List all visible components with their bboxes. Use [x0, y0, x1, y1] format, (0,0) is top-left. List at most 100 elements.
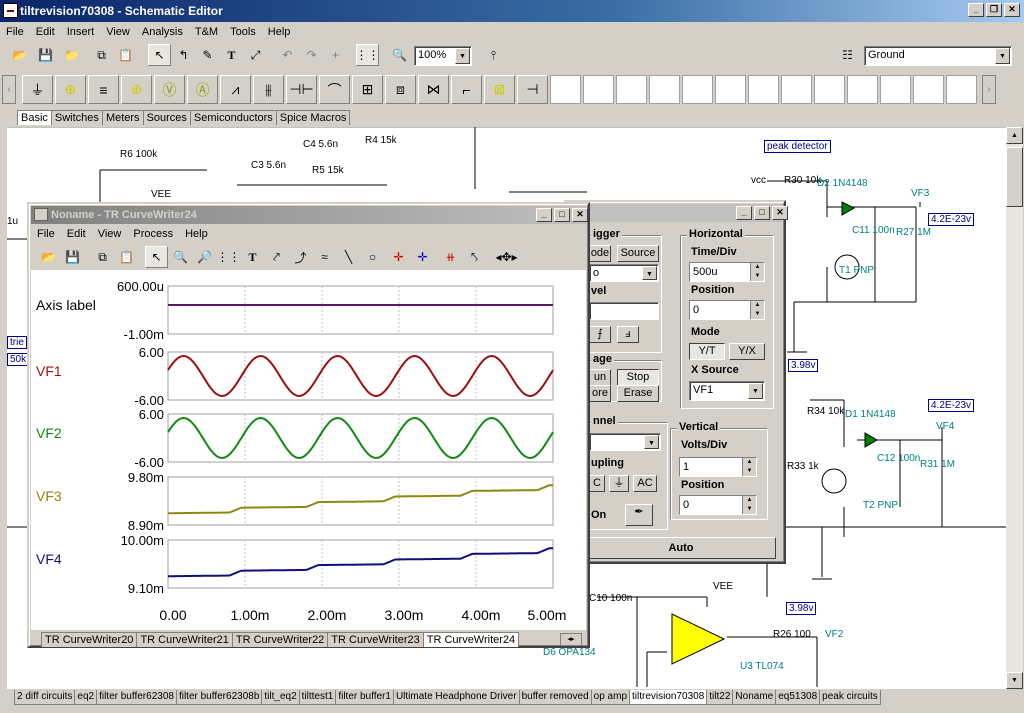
zoom-out-icon[interactable]: 🔎 [193, 246, 216, 268]
open-icon[interactable]: 📁 [60, 44, 83, 66]
variable-resistor-icon[interactable]: ⊠ [484, 75, 515, 104]
doc-tab[interactable]: tilt22 [706, 690, 734, 705]
tab-semiconductors[interactable]: Semiconductors [189, 110, 277, 125]
add-curve-icon[interactable]: ⧺ [439, 246, 462, 268]
doc-tab[interactable]: eq51308 [775, 690, 821, 705]
minimize-button[interactable]: _ [536, 208, 552, 222]
doc-tab[interactable]: Ultimate Headphone Driver [392, 690, 520, 705]
scroll-down-icon[interactable]: ▼ [1006, 672, 1023, 689]
doc-tab[interactable]: tiltrevision70308 [629, 690, 708, 705]
text-tool-icon[interactable]: T [241, 246, 264, 268]
resistor-icon[interactable]: ⩘ [220, 75, 251, 104]
spinner-arrows-icon[interactable]: ▲ ▼ [750, 301, 764, 319]
store-button[interactable]: ore [589, 385, 611, 402]
falling-edge-icon[interactable]: ⨍ [589, 326, 611, 343]
inductor-icon[interactable]: ⌒ [319, 75, 350, 104]
circle-tool-icon[interactable]: ○ [361, 246, 384, 268]
close-button[interactable]: ✕ [572, 208, 588, 222]
doc-tab[interactable]: op amp [590, 690, 631, 705]
curve-tool-icon[interactable]: ⤤ [265, 246, 288, 268]
capacitor-bank-icon[interactable]: ≡ [88, 75, 119, 104]
menu-edit[interactable]: Edit [30, 26, 61, 38]
restore-button[interactable]: ❐ [986, 3, 1002, 17]
maximize-button[interactable]: □ [754, 206, 770, 220]
ac-button[interactable]: AC [633, 475, 657, 492]
scroll-thumb[interactable] [1006, 147, 1023, 207]
spinner-arrows-icon[interactable]: ▲ ▼ [742, 458, 756, 476]
select-pointer-icon[interactable]: ↖ [145, 246, 168, 268]
maximize-button[interactable]: □ [554, 208, 570, 222]
curve-tool3-icon[interactable]: ≈ [313, 246, 336, 268]
capacitor-icon[interactable]: ⊣⊢ [286, 75, 317, 104]
probe-pen-icon[interactable]: ✒ [625, 504, 653, 526]
text-tool-icon[interactable]: T [220, 44, 243, 66]
dc-button[interactable]: C [589, 475, 605, 492]
node-list-icon[interactable]: ☷ [836, 44, 859, 66]
copy-icon[interactable]: ⧉ [90, 44, 113, 66]
cw-menu-edit[interactable]: Edit [61, 228, 92, 240]
yx-button[interactable]: Y/X [729, 343, 765, 360]
tab-scroll-icon[interactable]: ◂▸ [560, 633, 582, 646]
h-position-spinner[interactable]: 0 ▲ ▼ [689, 300, 765, 320]
vertical-scrollbar[interactable]: ▲ ▼ [1006, 127, 1023, 689]
crystal-icon[interactable]: ⊞ [352, 75, 383, 104]
scroll-right-icon[interactable]: › [982, 75, 996, 104]
menu-view[interactable]: View [100, 26, 136, 38]
spinner-arrows-icon[interactable]: ▲ ▼ [750, 263, 764, 281]
menu-help[interactable]: Help [262, 26, 297, 38]
minimize-button[interactable]: _ [736, 206, 752, 220]
open-folder-icon[interactable]: 📂 [8, 44, 31, 66]
doc-tab[interactable]: Noname [732, 690, 777, 705]
cw-tab[interactable]: TR CurveWriter20 [41, 632, 138, 647]
menu-tools[interactable]: Tools [224, 26, 262, 38]
source-button[interactable]: Source [617, 245, 659, 262]
transformer2-icon[interactable]: ⋈ [418, 75, 449, 104]
undo-icon[interactable]: ↶ [276, 44, 299, 66]
zoom-icon[interactable]: 🔍 [388, 44, 411, 66]
menu-insert[interactable]: Insert [61, 26, 101, 38]
spinner-arrows-icon[interactable]: ▲ ▼ [742, 496, 756, 514]
tab-switches[interactable]: Switches [50, 110, 103, 125]
close-button[interactable]: ✕ [772, 206, 788, 220]
open-folder-icon[interactable]: 📂 [37, 246, 60, 268]
yt-button[interactable]: Y/T [689, 343, 725, 360]
select-pointer-icon[interactable]: ↖ [148, 44, 171, 66]
paste-icon[interactable]: 📋 [114, 44, 137, 66]
scroll-up-icon[interactable]: ▲ [1006, 127, 1023, 144]
scroll-left-icon[interactable]: ‹ [2, 75, 16, 104]
ground-coupling-icon[interactable]: ⏚ [609, 475, 629, 492]
menu-analysis[interactable]: Analysis [136, 26, 189, 38]
menu-file[interactable]: File [0, 26, 30, 38]
doc-tab[interactable]: eq2 [74, 690, 98, 705]
tab-spice-macros[interactable]: Spice Macros [275, 110, 351, 125]
level-field[interactable] [589, 302, 659, 320]
copy-icon[interactable]: ⧉ [91, 246, 114, 268]
minimize-button[interactable]: _ [968, 3, 984, 17]
wire-edit-icon[interactable]: ⤢ [244, 44, 267, 66]
redo-icon[interactable]: ↷ [300, 44, 323, 66]
tab-sources[interactable]: Sources [142, 110, 191, 125]
mode-button[interactable]: ode [589, 245, 611, 262]
run-button[interactable]: un [589, 369, 611, 386]
ground-icon[interactable]: ⏚ [22, 75, 53, 104]
save-icon[interactable]: 💾 [61, 246, 84, 268]
doc-tab[interactable]: peak circuits [819, 690, 881, 705]
paste-icon[interactable]: 📋 [115, 246, 138, 268]
cw-tab[interactable]: TR CurveWriter23 [327, 632, 424, 647]
volts-div-spinner[interactable]: 1 ▲ ▼ [679, 457, 757, 477]
xsource-select[interactable]: VF1 ▼ [689, 381, 765, 401]
potentiometer-icon[interactable]: ⫵ [253, 75, 284, 104]
grid-icon[interactable]: ⋮⋮ [356, 44, 380, 66]
move-arrows-icon[interactable]: ◂✥▸ [495, 246, 518, 268]
doc-tab[interactable]: filter buffer62308b [175, 690, 263, 705]
save-icon[interactable]: 💾 [34, 44, 57, 66]
cw-menu-help[interactable]: Help [179, 228, 214, 240]
cw-tab[interactable]: TR CurveWriter21 [136, 632, 233, 647]
cw-tab[interactable]: TR CurveWriter22 [231, 632, 329, 647]
terminal-icon[interactable]: ⊣ [517, 75, 548, 104]
probe-icon[interactable]: ⫯ [482, 44, 505, 66]
doc-tab[interactable]: tilt_eq2 [261, 690, 300, 705]
crosshair-icon[interactable]: + [324, 44, 347, 66]
doc-tab[interactable]: filter buffer62308 [96, 690, 177, 705]
channel-select[interactable]: ▼ [589, 433, 661, 451]
